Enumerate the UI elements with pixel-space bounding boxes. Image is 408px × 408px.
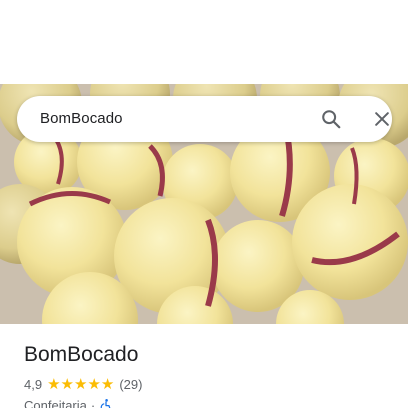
category-label: Confeitaria [24, 397, 87, 408]
star-rating: ★ ★ ★ ★ ★ [47, 377, 114, 392]
star-icon: ★ [60, 375, 74, 393]
wheelchair-icon [99, 398, 113, 408]
separator: · [90, 397, 96, 408]
rating-value: 4,9 [24, 376, 43, 392]
rating-row[interactable]: 4,9 ★ ★ ★ ★ ★ (29) [24, 375, 142, 393]
star-icon: ★ [47, 375, 61, 393]
review-count[interactable]: (29) [119, 377, 142, 392]
search-icon[interactable] [319, 107, 343, 131]
star-icon: ★ [100, 375, 115, 393]
star-icon: ★ [73, 375, 88, 393]
close-icon[interactable] [370, 107, 394, 131]
search-input[interactable]: BomBocado [40, 96, 123, 142]
search-bar[interactable]: BomBocado [17, 96, 392, 142]
category-row: Confeitaria · [24, 397, 113, 408]
top-blank-area [0, 0, 408, 84]
place-title: BomBocado [24, 343, 139, 366]
star-icon: ★ [87, 375, 101, 393]
